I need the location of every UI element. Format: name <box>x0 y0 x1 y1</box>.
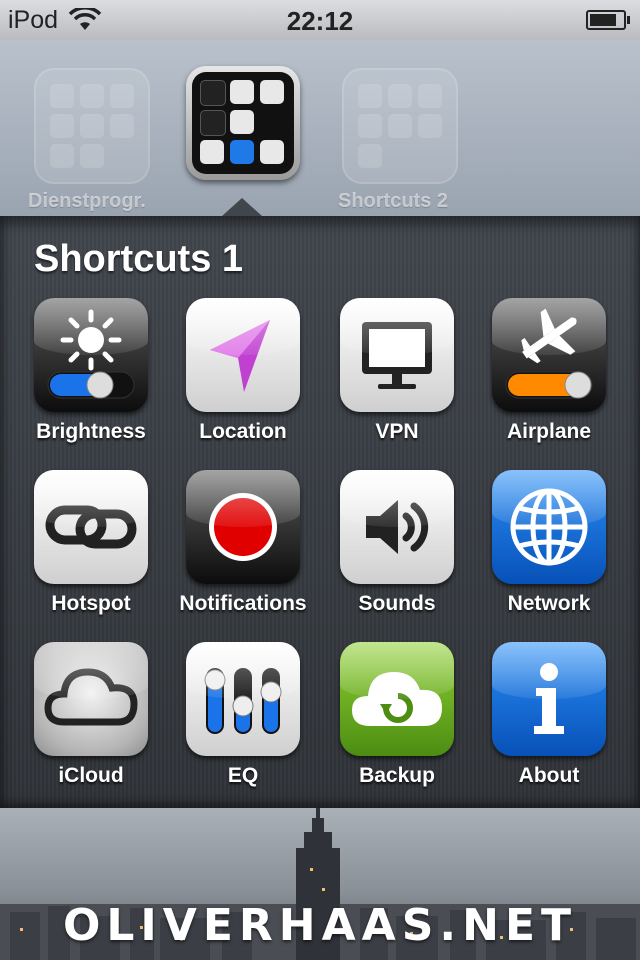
brightness-icon <box>34 298 148 412</box>
app-label: Sounds <box>358 592 436 615</box>
app-label: VPN <box>375 420 419 443</box>
app-label: Notifications <box>179 592 307 615</box>
app-label: About <box>518 764 580 787</box>
info-icon <box>492 642 606 756</box>
app-label: Brightness <box>36 420 146 443</box>
app-label: iCloud <box>58 764 124 787</box>
app-about[interactable]: About <box>473 642 625 802</box>
folder-shortcuts-2[interactable] <box>342 68 458 184</box>
cloud-icon <box>34 642 148 756</box>
speaker-icon <box>340 470 454 584</box>
folder-shortcuts-1[interactable] <box>186 66 300 180</box>
clock: 22:12 <box>286 6 354 36</box>
equalizer-icon <box>186 642 300 756</box>
folder-pointer <box>222 198 262 216</box>
app-label: Airplane <box>506 420 592 443</box>
app-location[interactable]: Location <box>167 298 319 458</box>
folder-title[interactable]: Shortcuts 1 <box>34 238 243 281</box>
app-label: EQ <box>227 764 259 787</box>
app-icloud[interactable]: iCloud <box>15 642 167 802</box>
app-label: Network <box>507 592 591 615</box>
monitor-icon <box>340 298 454 412</box>
folder-label-shortcuts-2: Shortcuts 2 <box>338 190 449 212</box>
app-eq[interactable]: EQ <box>167 642 319 802</box>
app-network[interactable]: Network <box>473 470 625 630</box>
app-label: Backup <box>359 764 435 787</box>
airplane-icon <box>492 298 606 412</box>
app-hotspot[interactable]: Hotspot <box>15 470 167 630</box>
watermark-text: OLIVERHAAS.NET <box>62 900 578 951</box>
folder-label-dienstprogr: Dienstprogr. <box>28 190 146 212</box>
folder-dienstprogr[interactable] <box>34 68 150 184</box>
chain-link-icon <box>34 470 148 584</box>
app-backup[interactable]: Backup <box>321 642 473 802</box>
app-brightness[interactable]: Brightness <box>15 298 167 458</box>
globe-icon <box>492 470 606 584</box>
folder-row: Dienstprogr. Shortcuts 2 <box>0 40 640 216</box>
location-arrow-icon <box>186 298 300 412</box>
app-airplane[interactable]: Airplane <box>473 298 625 458</box>
app-sounds[interactable]: Sounds <box>321 470 473 630</box>
cloud-refresh-icon <box>340 642 454 756</box>
battery-icon <box>586 10 630 30</box>
app-notifications[interactable]: Notifications <box>167 470 319 630</box>
app-label: Location <box>199 420 287 443</box>
app-vpn[interactable]: VPN <box>321 298 473 458</box>
red-dot-icon <box>186 470 300 584</box>
app-label: Hotspot <box>51 592 131 615</box>
status-bar: iPod 22:12 <box>0 0 640 40</box>
